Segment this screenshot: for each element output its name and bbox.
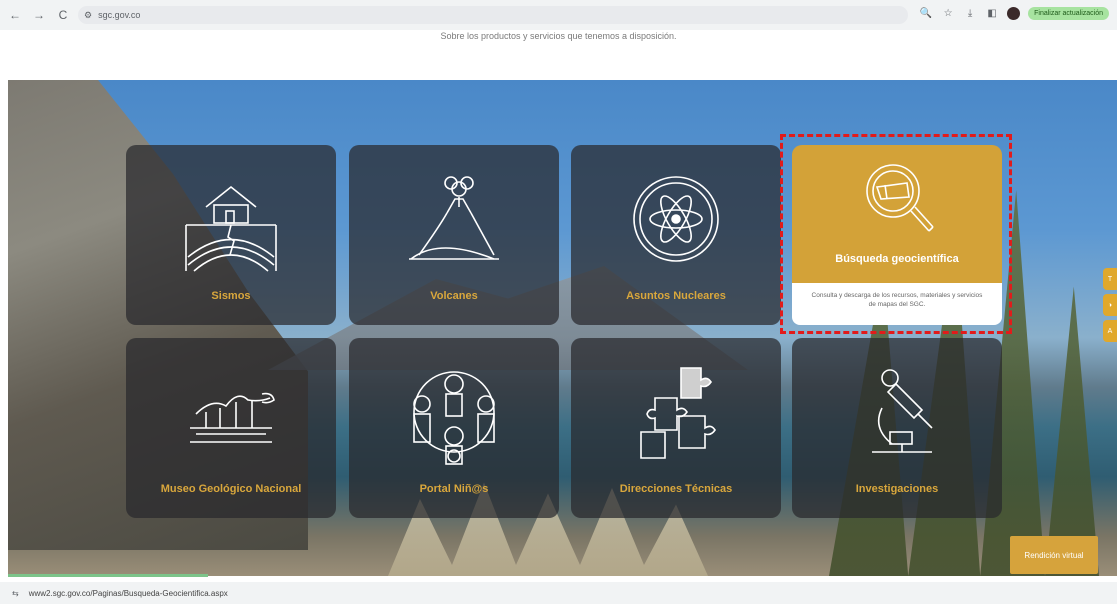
address-bar[interactable]: ⚙ sgc.gov.co [78,6,908,24]
children-icon [413,371,495,465]
loading-progress-bar [8,574,208,577]
card-label-portal-ninos: Portal Niñ@s [419,483,489,495]
card-museo-geologico[interactable]: Museo Geológico Nacional [126,338,336,518]
card-label-direcciones-tecnicas: Direcciones Técnicas [619,483,733,495]
address-bar-url: sgc.gov.co [98,10,141,20]
card-asuntos-nucleares[interactable]: Asuntos Nucleares [571,145,781,325]
link-icon: ⇆ [12,588,19,598]
profile-avatar[interactable] [1007,6,1021,20]
magnifier-rock-icon [866,164,934,232]
card-direcciones-tecnicas[interactable]: Direcciones Técnicas [571,338,781,518]
microscope-icon [872,369,933,453]
card-label-asuntos-nucleares: Asuntos Nucleares [626,290,726,302]
reload-icon[interactable]: C [54,6,72,24]
back-arrow-icon[interactable]: ← [6,6,24,24]
accessibility-tab-2[interactable]: ◑ [1103,294,1117,316]
update-button[interactable]: Finalizar actualización [1028,6,1109,20]
card-label-sismos: Sismos [211,290,251,302]
card-portal-ninos[interactable]: Portal Niñ@s [349,338,559,518]
fossil-icon [190,392,275,443]
card-investigaciones[interactable]: Investigaciones [792,338,1002,518]
bookmark-star-icon[interactable]: ☆ [941,6,955,20]
site-settings-icon[interactable]: ⚙ [84,10,92,21]
side-panel-icon[interactable]: ◧ [985,6,999,20]
volcano-icon [409,176,499,260]
browser-toolbar: ← → C ⚙ sgc.gov.co 🔍 ☆ ⤓ ◧ Finalizar act… [0,0,1117,30]
card-label-busqueda-geocientifica: Búsqueda geocientífica [835,253,959,265]
status-bar: ⇆ www2.sgc.gov.co/Paginas/Busqueda-Geoci… [0,582,1117,604]
card-busqueda-geocientifica[interactable]: Búsqueda geocientífica Consulta y descar… [792,145,1002,325]
card-description-busqueda-geocientifica: Consulta y descarga de los recursos, mat… [792,283,1002,325]
rendicion-virtual-button[interactable]: Rendición virtual [1010,536,1098,574]
forward-arrow-icon[interactable]: → [30,6,48,24]
accessibility-tab-1[interactable]: T [1103,268,1117,290]
puzzle-icon [640,367,716,459]
card-label-museo-geologico: Museo Geológico Nacional [160,483,302,495]
card-sismos[interactable]: Sismos [126,145,336,325]
page-subtitle: Sobre los productos y servicios que tene… [440,31,677,41]
accessibility-tab-3[interactable]: A [1103,320,1117,342]
card-label-investigaciones: Investigaciones [855,483,939,495]
status-url: www2.sgc.gov.co/Paginas/Busqueda-Geocien… [28,588,228,598]
card-label-volcanes: Volcanes [430,290,478,302]
house-earthquake-icon [185,185,277,272]
zoom-icon[interactable]: 🔍 [919,6,933,20]
toolbar-right: 🔍 ☆ ⤓ ◧ Finalizar actualización [919,6,1109,20]
download-icon[interactable]: ⤓ [963,6,977,20]
card-volcanes[interactable]: Volcanes [349,145,559,325]
atom-icon [633,176,719,262]
